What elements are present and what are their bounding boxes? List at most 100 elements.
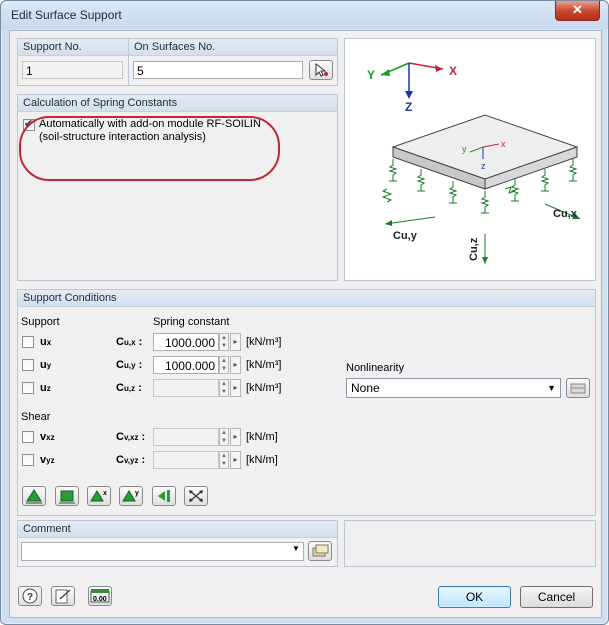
spring-constant-label: Spring constant — [153, 316, 230, 328]
cux-unit: [kN/m³] — [246, 336, 282, 348]
units-text: 0.00 — [93, 596, 107, 603]
close-button[interactable]: ✕ — [555, 1, 600, 21]
cux-symbol: Cu,x : — [116, 336, 143, 348]
spring-calc-header: Calculation of Spring Constants — [18, 95, 337, 112]
cvxz-symbol: Cv,xz : — [116, 431, 146, 443]
on-surfaces-input[interactable]: 5 — [133, 61, 303, 79]
support-no-group: Support No. 1 — [17, 38, 129, 86]
dialog-client: Support No. 1 On Surfaces No. 5 Calculat… — [9, 30, 602, 618]
uy-checkbox[interactable] — [22, 359, 34, 371]
cvxz-unit: [kN/m] — [246, 431, 278, 443]
support-preset-free-button[interactable] — [184, 486, 208, 506]
edit-button[interactable] — [51, 586, 75, 606]
cuz-label: Cu,z — [468, 237, 480, 261]
cvyz-more-button[interactable]: ▸ — [230, 451, 241, 469]
cuy-label: Cu,y — [393, 230, 418, 242]
dialog-window: Edit Surface Support ✕ Support No. 1 On … — [0, 0, 609, 625]
support-label: Support — [21, 316, 60, 328]
window-title: Edit Surface Support — [11, 8, 122, 22]
highlight-ellipse — [19, 116, 280, 181]
ux-label: ux — [40, 336, 52, 348]
library-icon — [312, 544, 329, 557]
support-no-label: Support No. — [18, 39, 128, 56]
nonlinearity-select[interactable]: None ▼ — [346, 378, 561, 398]
cuy-more-button[interactable]: ▸ — [230, 356, 241, 374]
cuz-spinner[interactable]: ▲ ▼ — [219, 379, 229, 397]
cux-input[interactable]: 1000.000 — [153, 333, 219, 351]
support-preset-y-button[interactable]: y — [119, 486, 143, 506]
support-no-field: 1 — [22, 61, 123, 79]
cuy-symbol: Cu,y : — [116, 359, 143, 371]
support-preset-x-button[interactable]: x — [87, 486, 111, 506]
cuy-spinner[interactable]: ▲ ▼ — [219, 356, 229, 374]
cvxz-spinner[interactable]: ▲ ▼ — [219, 428, 229, 446]
help-button[interactable]: ? — [18, 586, 42, 606]
axis-z-label: Z — [405, 100, 412, 114]
vyz-checkbox[interactable] — [22, 454, 34, 466]
cuz-symbol: Cu,z : — [116, 382, 142, 394]
ok-button[interactable]: OK — [438, 586, 511, 608]
comment-header: Comment — [18, 521, 337, 538]
local-y-label: y — [462, 144, 467, 154]
on-surfaces-label: On Surfaces No. — [129, 39, 337, 56]
free-arrows-icon — [189, 490, 203, 502]
cuz-more-button[interactable]: ▸ — [230, 379, 241, 397]
comment-group: Comment ▼ — [17, 520, 338, 567]
support-preset-hinged-button[interactable] — [22, 486, 46, 506]
cvyz-input[interactable] — [153, 451, 219, 469]
diagram-panel: X Y Z x y z Cu,y Cu,x Cu,z — [344, 38, 596, 281]
nonlinearity-edit-button[interactable] — [566, 378, 590, 398]
local-z-label: z — [481, 161, 486, 171]
uz-checkbox[interactable] — [22, 382, 34, 394]
local-x-label: x — [501, 139, 506, 149]
cux-more-button[interactable]: ▸ — [230, 333, 241, 351]
comment-library-button[interactable] — [308, 541, 332, 561]
cuy-unit: [kN/m³] — [246, 359, 282, 371]
pick-cursor-icon — [315, 62, 328, 77]
cuy-input[interactable]: 1000.000 — [153, 356, 219, 374]
cuz-unit: [kN/m³] — [246, 382, 282, 394]
help-icon: ? — [22, 588, 38, 604]
cuz-input[interactable] — [153, 379, 219, 397]
svg-text:y: y — [135, 490, 139, 497]
axis-x-label: X — [449, 64, 457, 78]
edit-icon — [55, 589, 71, 604]
vxz-checkbox[interactable] — [22, 431, 34, 443]
units-button[interactable]: 0.00 — [88, 586, 112, 606]
select-surfaces-button[interactable] — [309, 60, 333, 80]
shear-label: Shear — [21, 411, 51, 423]
cvyz-spinner[interactable]: ▲ ▼ — [219, 451, 229, 469]
support-preset-fixed-button[interactable] — [55, 486, 79, 506]
support-x-icon: x — [90, 490, 107, 502]
comment-side-panel — [344, 520, 596, 567]
cux-label: Cu,x — [553, 208, 578, 220]
ux-checkbox[interactable] — [22, 336, 34, 348]
support-y-icon: y — [122, 490, 139, 502]
support-conditions-header: Support Conditions — [18, 290, 595, 307]
nonlinearity-value: None — [351, 381, 380, 395]
hinged-support-icon — [26, 489, 42, 504]
wall-support-icon — [158, 490, 170, 502]
svg-text:?: ? — [27, 592, 33, 603]
vyz-label: vyz — [40, 454, 55, 466]
units-icon: 0.00 — [90, 589, 110, 603]
cancel-button[interactable]: Cancel — [520, 586, 593, 608]
on-surfaces-group: On Surfaces No. 5 — [128, 38, 338, 86]
vxz-label: vxz — [40, 431, 55, 443]
comment-input[interactable] — [21, 542, 304, 561]
cux-spinner[interactable]: ▲ ▼ — [219, 333, 229, 351]
support-conditions-group: Support Conditions Support Spring consta… — [17, 289, 596, 516]
nonlinearity-label: Nonlinearity — [346, 362, 405, 374]
title-bar: Edit Surface Support ✕ — [1, 1, 608, 29]
uy-label: uy — [40, 359, 52, 371]
svg-text:x: x — [103, 490, 107, 497]
cvyz-unit: [kN/m] — [246, 454, 278, 466]
comment-dropdown-icon[interactable]: ▼ — [292, 544, 300, 553]
chevron-down-icon: ▼ — [547, 383, 556, 393]
cvxz-input[interactable] — [153, 428, 219, 446]
edit-table-icon — [570, 383, 586, 394]
surface-support-diagram: X Y Z x y z Cu,y Cu,x Cu,z — [367, 62, 581, 264]
uz-label: uz — [40, 382, 51, 394]
support-preset-wall-button[interactable] — [152, 486, 176, 506]
cvxz-more-button[interactable]: ▸ — [230, 428, 241, 446]
